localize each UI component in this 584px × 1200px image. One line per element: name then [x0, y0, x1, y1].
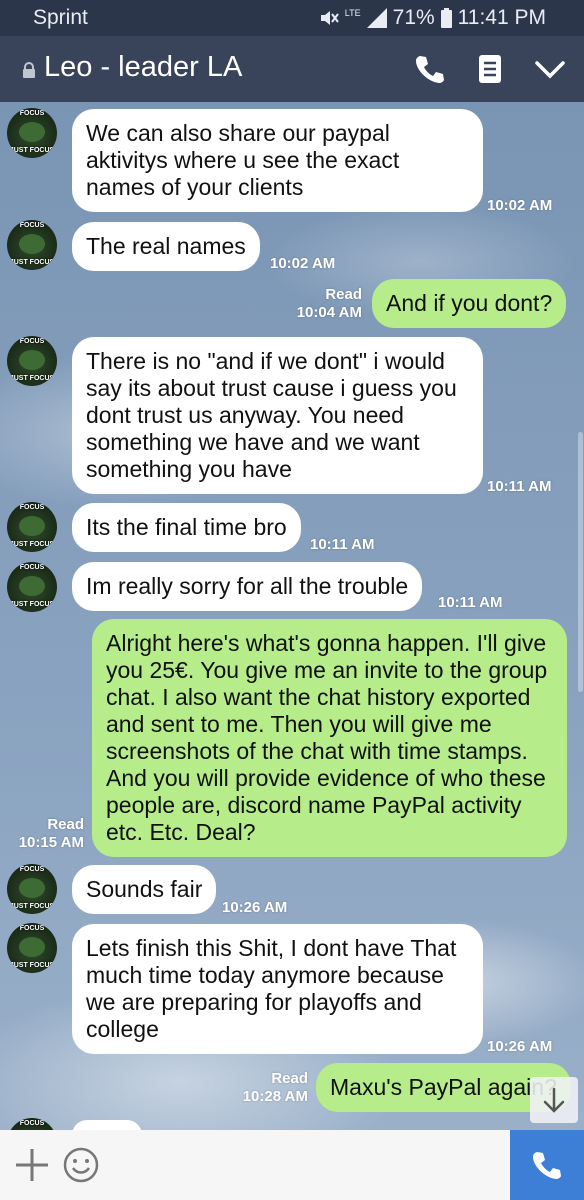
status-bar: Sprint LTE 71% 11:41 PM: [0, 0, 584, 36]
network-label: LTE: [344, 8, 361, 18]
avatar[interactable]: FOCUS: [7, 1118, 57, 1130]
avatar[interactable]: FOCUS JUST FOCUS: [7, 108, 57, 158]
read-receipt: Read 10:04 AM: [296, 286, 362, 321]
call-icon: [533, 1152, 561, 1179]
chevron-down-icon[interactable]: [533, 52, 567, 86]
message-bubble-incoming[interactable]: Its the final time bro: [72, 503, 301, 552]
chat-header: Leo - leader LA: [0, 36, 584, 102]
avatar[interactable]: FOCUS JUST FOCUS: [7, 220, 57, 270]
lock-icon: [23, 62, 35, 78]
signal-icon: [366, 8, 387, 28]
phone-icon[interactable]: [412, 52, 446, 86]
mute-icon: [320, 11, 339, 25]
avatar[interactable]: FOCUS JUST FOCUS: [7, 562, 57, 612]
avatar[interactable]: FOCUS JUST FOCUS: [7, 336, 57, 386]
scroll-to-bottom-button[interactable]: [530, 1077, 578, 1123]
read-receipt: Read 10:15 AM: [18, 816, 84, 851]
message-time: 10:02 AM: [270, 255, 336, 272]
input-bar: [0, 1130, 584, 1200]
message-bubble-incoming[interactable]: Sounds fair: [72, 865, 217, 914]
message-bubble-incoming[interactable]: The real names: [72, 222, 260, 271]
chat-area[interactable]: FOCUS JUST FOCUS We can also share our pa…: [0, 102, 584, 1130]
message-bubble-incoming[interactable]: [72, 1120, 142, 1130]
message-bubble-outgoing[interactable]: Alright here's what's gonna happen. I'll…: [92, 619, 567, 857]
message-time: 10:26 AM: [487, 1038, 553, 1055]
scrollbar[interactable]: [578, 432, 583, 692]
message-time: 10:11 AM: [310, 536, 375, 553]
call-button[interactable]: [510, 1130, 584, 1200]
read-receipt: Read 10:28 AM: [242, 1070, 308, 1105]
message-input[interactable]: [118, 1130, 508, 1200]
message-time: 10:26 AM: [222, 899, 288, 916]
battery-icon: [440, 8, 452, 28]
battery-percent: 71%: [392, 6, 435, 29]
message-time: 10:11 AM: [487, 478, 552, 495]
emoji-icon[interactable]: [63, 1147, 99, 1183]
chat-title[interactable]: Leo - leader LA: [44, 51, 242, 84]
message-bubble-incoming[interactable]: There is no "and if we dont" i would say…: [72, 337, 483, 494]
message-time: 10:02 AM: [487, 197, 553, 214]
message-bubble-incoming[interactable]: We can also share our paypal aktivitys w…: [72, 109, 483, 212]
arrow-down-icon: [543, 1087, 565, 1113]
status-icons: LTE 71% 11:41 PM: [319, 6, 546, 30]
avatar[interactable]: FOCUS JUST FOCUS: [7, 502, 57, 552]
plus-icon[interactable]: [14, 1147, 50, 1183]
avatar[interactable]: FOCUS JUST FOCUS: [7, 864, 57, 914]
message-bubble-outgoing[interactable]: And if you dont?: [372, 279, 567, 328]
message-bubble-incoming[interactable]: Lets finish this Shit, I dont have That …: [72, 924, 483, 1054]
message-bubble-incoming[interactable]: Im really sorry for all the trouble: [72, 562, 423, 611]
notes-icon[interactable]: [473, 52, 507, 86]
clock: 11:41 PM: [457, 6, 546, 29]
message-time: 10:11 AM: [438, 594, 503, 611]
avatar[interactable]: FOCUS JUST FOCUS: [7, 923, 57, 973]
carrier-name: Sprint: [33, 6, 88, 29]
